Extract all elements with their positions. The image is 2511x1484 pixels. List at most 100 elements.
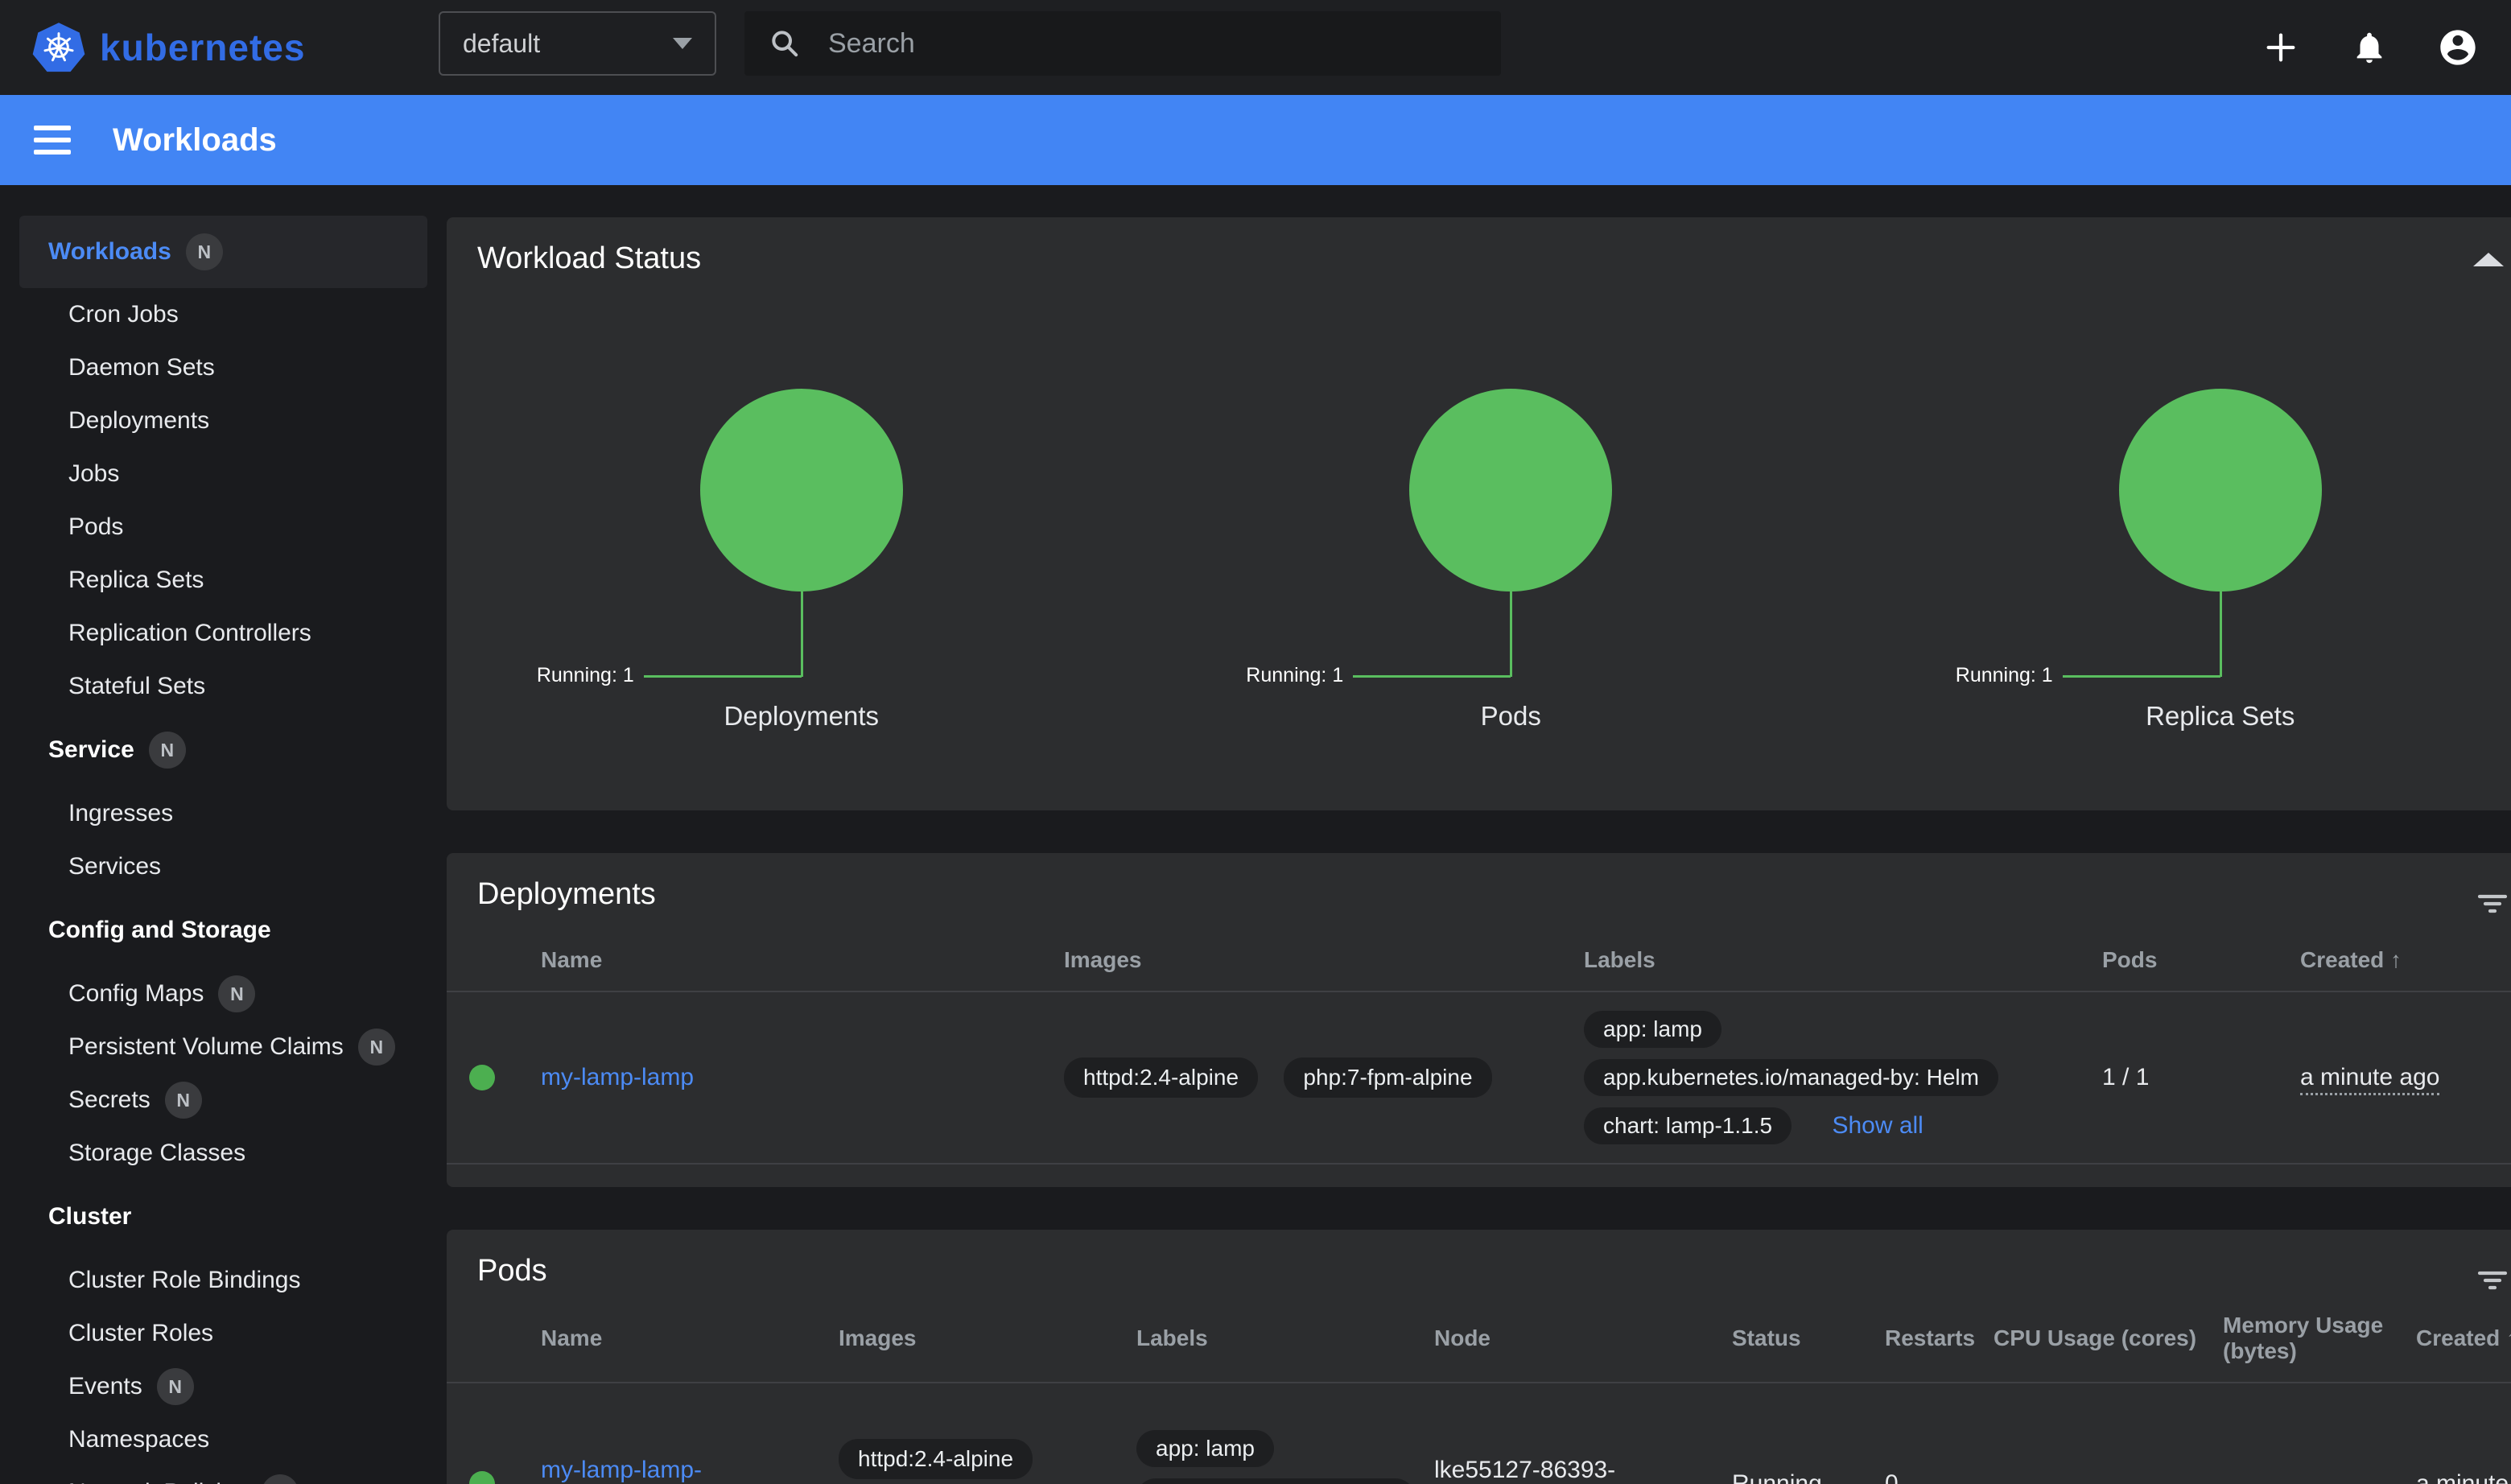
workload-status-card: Workload Status Running: 1 Deployments R… [447, 217, 2511, 810]
label-chip: app: lamp [1584, 1011, 1721, 1048]
column-header-name[interactable]: Name [541, 947, 1064, 973]
namespaced-badge: N [218, 975, 255, 1012]
pod-row-my-lamp-lamp: my-lamp-lamp-5fd985cf68-jwvz4 httpd:2.4-… [447, 1383, 2511, 1484]
sort-ascending-icon: ↑ [2390, 947, 2402, 972]
top-header: kubernetes default [0, 0, 2511, 95]
created-timestamp[interactable]: a minute ago [2416, 1470, 2511, 1484]
bell-icon [2351, 29, 2388, 66]
pie-chart-deployments: Running: 1 Deployments [447, 389, 1156, 775]
sidebar-section-service: Service N [0, 723, 447, 777]
pod-status: Running [1732, 1470, 1885, 1484]
namespaced-badge: N [358, 1028, 395, 1066]
created-timestamp[interactable]: a minute ago [2300, 1064, 2439, 1095]
column-header-images[interactable]: Images [1064, 947, 1584, 973]
profile-button[interactable] [2437, 27, 2479, 68]
notifications-button[interactable] [2348, 27, 2390, 68]
sidebar-item-storage-classes[interactable]: Storage Classes [0, 1127, 447, 1180]
namespace-value: default [463, 29, 673, 59]
column-header-status[interactable]: Status [1732, 1325, 1885, 1351]
column-header-created[interactable]: Created ↑ [2416, 1325, 2511, 1351]
workload-status-title: Workload Status [447, 217, 2511, 276]
sidebar-item-persistent-volume-claims[interactable]: Persistent Volume Claims N [0, 1020, 447, 1074]
pods-ready-count: 1 / 1 [2102, 1064, 2300, 1091]
column-header-restarts[interactable]: Restarts [1885, 1325, 1994, 1351]
label-chip: chart: lamp-1.1.5 [1584, 1107, 1792, 1144]
sidebar-item-cron-jobs[interactable]: Cron Jobs [0, 288, 447, 341]
sidebar-section-config-and-storage: Config and Storage [0, 904, 447, 957]
label-chip: app: lamp [1136, 1430, 1274, 1467]
pods-table-header: Name Images Labels Node Status Restarts … [447, 1313, 2511, 1364]
sidebar-item-stateful-sets[interactable]: Stateful Sets [0, 660, 447, 713]
search-icon [769, 27, 801, 60]
search-bar[interactable] [744, 11, 1501, 76]
pods-title: Pods [447, 1230, 2511, 1288]
sidebar-item-namespaces[interactable]: Namespaces [0, 1413, 447, 1466]
namespace-selector[interactable]: default [439, 11, 716, 76]
sidebar-item-services[interactable]: Services [0, 840, 447, 893]
account-circle-icon [2437, 27, 2479, 68]
sidebar-item-config-maps[interactable]: Config Maps N [0, 967, 447, 1020]
pod-memory-usage: - [2223, 1470, 2416, 1484]
filter-button[interactable] [2473, 884, 2511, 922]
pie-slice-running[interactable] [1409, 389, 1612, 592]
pod-node: lke55127-86393-622f8d09399a [1434, 1457, 1732, 1484]
sidebar-item-cluster-roles[interactable]: Cluster Roles [0, 1307, 447, 1360]
sidebar-item-secrets[interactable]: Secrets N [0, 1074, 447, 1127]
page-title: Workloads [113, 122, 277, 159]
show-all-labels-link[interactable]: Show all [1832, 1112, 1923, 1139]
sidebar-item-replica-sets[interactable]: Replica Sets [0, 554, 447, 607]
search-input[interactable] [828, 28, 1456, 60]
column-header-images[interactable]: Images [839, 1325, 1136, 1351]
sidebar-item-ingresses[interactable]: Ingresses [0, 787, 447, 840]
column-header-node[interactable]: Node [1434, 1325, 1732, 1351]
column-header-pods[interactable]: Pods [2102, 947, 2300, 973]
brand-name: kubernetes [100, 26, 305, 69]
deployments-card: Deployments Name Images Labels Pods Crea… [447, 853, 2511, 1187]
pie-chart-replica-sets: Running: 1 Replica Sets [1866, 389, 2511, 775]
pods-card: Pods Name Images Labels Node Status Rest… [447, 1230, 2511, 1484]
pie-slice-running[interactable] [700, 389, 903, 592]
status-ok-dot [469, 1065, 495, 1090]
sidebar-item-deployments[interactable]: Deployments [0, 394, 447, 447]
sidebar-item-jobs[interactable]: Jobs [0, 447, 447, 501]
sidebar-item-daemon-sets[interactable]: Daemon Sets [0, 341, 447, 394]
label-chip: app.kubernetes.io/managed-by: Helm [1584, 1059, 1998, 1096]
collapse-arrow-icon[interactable] [2473, 253, 2504, 266]
plus-icon [2262, 29, 2299, 66]
image-chip: httpd:2.4-alpine [1064, 1057, 1258, 1098]
sidebar-item-network-policies[interactable]: Network Policies N [0, 1466, 447, 1484]
column-header-labels[interactable]: Labels [1584, 947, 2102, 973]
pod-name-link[interactable]: my-lamp-lamp-5fd985cf68-jwvz4 [541, 1457, 728, 1484]
label-chip: pod-template-hash: 5fd985cf68 [1136, 1478, 1415, 1484]
namespaced-badge: N [186, 233, 223, 270]
column-header-name[interactable]: Name [541, 1325, 839, 1351]
chevron-down-icon [673, 38, 692, 49]
namespaced-badge: N [157, 1368, 194, 1405]
deployments-title: Deployments [447, 853, 2511, 912]
column-header-cpu[interactable]: CPU Usage (cores) [1994, 1325, 2223, 1351]
pie-slice-running[interactable] [2119, 389, 2322, 592]
status-ok-dot [469, 1471, 495, 1484]
column-header-labels[interactable]: Labels [1136, 1325, 1434, 1351]
column-header-memory[interactable]: Memory Usage (bytes) [2223, 1313, 2416, 1364]
sidebar-item-workloads[interactable]: Workloads N [19, 216, 427, 288]
column-header-created[interactable]: Created ↑ [2300, 947, 2511, 973]
menu-button[interactable] [34, 119, 76, 161]
namespaced-badge: N [165, 1082, 202, 1119]
namespaced-badge: N [262, 1474, 299, 1484]
kubernetes-logo[interactable]: kubernetes [32, 22, 410, 73]
deployment-row-my-lamp-lamp: my-lamp-lamp httpd:2.4-alpine php:7-fpm-… [447, 992, 2511, 1165]
create-resource-button[interactable] [2260, 27, 2302, 68]
pod-cpu-usage: - [1994, 1470, 2223, 1484]
deployment-name-link[interactable]: my-lamp-lamp [541, 1064, 694, 1090]
sidebar-section-cluster: Cluster [0, 1190, 447, 1243]
pod-restarts: 0 [1885, 1470, 1994, 1484]
sidebar-item-replication-controllers[interactable]: Replication Controllers [0, 607, 447, 660]
sidebar-item-pods[interactable]: Pods [0, 501, 447, 554]
sort-ascending-icon: ↑ [2506, 1325, 2511, 1350]
image-chip: httpd:2.4-alpine [839, 1439, 1033, 1479]
pie-chart-title: Pods [1156, 701, 1865, 732]
filter-button[interactable] [2473, 1260, 2511, 1299]
sidebar-item-events[interactable]: Events N [0, 1360, 447, 1413]
sidebar-item-cluster-role-bindings[interactable]: Cluster Role Bindings [0, 1254, 447, 1307]
